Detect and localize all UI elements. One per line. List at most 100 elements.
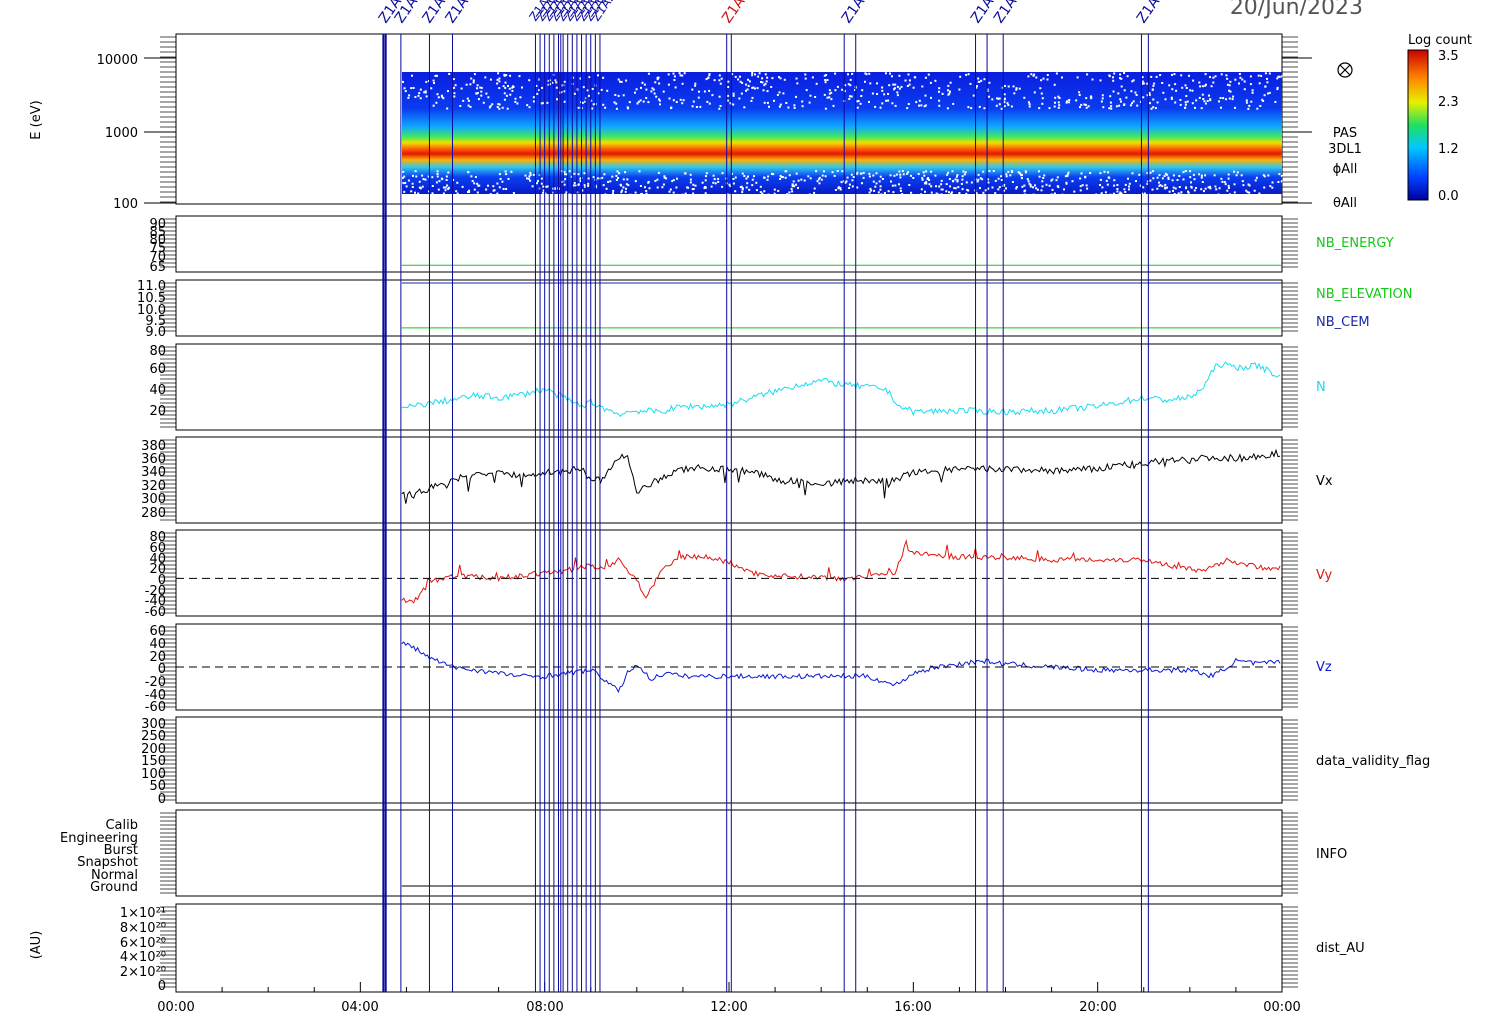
spectrogram-speckle [930, 170, 933, 173]
spectrogram-speckle [1123, 188, 1126, 191]
spectrogram-speckle [741, 172, 744, 175]
spectrogram-speckle [1278, 75, 1281, 78]
spectrogram-speckle [753, 175, 755, 178]
spectrogram-speckle [958, 192, 961, 194]
spectrogram-speckle [477, 98, 480, 101]
spectrogram-speckle [1043, 174, 1046, 177]
spectrogram-speckle [1005, 173, 1008, 176]
spectrogram-speckle [411, 182, 414, 185]
spectrogram-speckle [899, 176, 902, 179]
spectrogram-speckle [898, 87, 901, 90]
spectrogram-speckle [521, 86, 523, 89]
spectrogram-speckle [1234, 106, 1236, 109]
spectrogram-speckle [415, 175, 418, 178]
spectrogram-speckle [640, 86, 642, 89]
spectrogram-speckle [924, 104, 927, 107]
spectrogram-speckle [679, 98, 682, 101]
spectrogram-speckle [1204, 187, 1207, 190]
spectrogram-speckle [1099, 184, 1101, 186]
spectrogram-speckle [710, 185, 713, 188]
spectrogram-speckle [480, 90, 483, 93]
spectrogram-speckle [658, 99, 661, 102]
spectrogram-speckle [1260, 74, 1263, 77]
spectrogram-speckle [1053, 105, 1056, 108]
spectrogram-speckle [412, 87, 415, 89]
spectrogram-speckle [511, 89, 514, 92]
spectrogram-speckle [824, 175, 827, 178]
spectrogram-speckle [869, 187, 872, 190]
spectrogram-speckle [445, 179, 448, 181]
spectrogram-speckle [1026, 178, 1029, 181]
spectrogram-speckle [851, 185, 854, 188]
spectrogram-speckle [1134, 91, 1137, 94]
spectrogram-speckle [927, 73, 930, 76]
spectrogram-speckle [1152, 106, 1155, 109]
spectrogram-speckle [417, 192, 420, 195]
spectrogram-speckle [1078, 94, 1081, 96]
spectrogram-speckle [1247, 183, 1250, 186]
spectrogram-speckle [647, 101, 650, 104]
spectrogram-speckle [820, 178, 823, 181]
spectrogram-speckle [1151, 170, 1154, 173]
spectrogram-speckle [656, 76, 659, 79]
spectrogram-speckle [577, 106, 580, 109]
spectrogram-speckle [404, 90, 407, 93]
spectrogram-speckle [930, 96, 932, 99]
spectrogram-speckle [947, 89, 949, 92]
spectrogram-speckle [1112, 192, 1115, 195]
spectrogram-speckle [1148, 93, 1151, 96]
spectrogram-speckle [814, 96, 817, 98]
spectrogram-speckle [881, 86, 884, 89]
spectrogram-speckle [824, 107, 827, 110]
spectrogram-speckle [564, 173, 566, 176]
spectrogram-speckle [763, 84, 766, 87]
spectrogram-speckle [811, 76, 814, 79]
spectrogram-speckle [1182, 171, 1185, 174]
spectrogram-speckle [915, 101, 918, 104]
spectrogram-speckle [628, 101, 631, 104]
spectrogram-speckle [476, 92, 479, 94]
spectrogram-speckle [779, 174, 782, 177]
spectrogram-speckle [1178, 186, 1181, 188]
spectrogram-speckle [766, 76, 769, 79]
spectrogram-speckle [718, 95, 721, 98]
density-tick: 40 [149, 383, 166, 398]
spectrogram-speckle [554, 79, 557, 82]
spectrogram-speckle [1182, 178, 1185, 181]
spectrogram-speckle [622, 186, 625, 189]
spectrogram-speckle [1051, 188, 1054, 191]
spectrogram-speckle [1184, 106, 1186, 109]
spectrogram-speckle [951, 180, 954, 183]
spectrogram-speckle [587, 184, 590, 187]
spectrogram-speckle [979, 187, 981, 190]
spectrogram-speckle [435, 101, 438, 104]
spectrogram-speckle [906, 107, 909, 110]
spectrogram-speckle [899, 187, 902, 190]
spectrogram-speckle [431, 192, 434, 195]
spectrogram-speckle [1033, 91, 1036, 94]
spectrogram-speckle [1201, 93, 1204, 96]
density-tick: 20 [149, 404, 166, 419]
spectrogram-speckle [1067, 171, 1070, 174]
spectrogram-speckle [1187, 191, 1190, 194]
spectrogram-speckle [761, 77, 764, 80]
spectrogram-speckle [807, 175, 810, 178]
spectrogram-speckle [414, 96, 417, 98]
spectrogram-speckle [537, 180, 539, 183]
spectrogram-speckle [717, 180, 720, 183]
spectrogram-speckle [686, 186, 689, 189]
spectrogram-speckle [444, 189, 447, 192]
spectrogram-speckle [1054, 101, 1056, 104]
spectrogram-speckle [403, 190, 406, 193]
spectrogram-speckle [436, 93, 439, 96]
spectrogram-speckle [1274, 101, 1277, 103]
spectrogram-speckle [713, 178, 716, 181]
spectrogram-speckle [948, 191, 950, 194]
spectrogram-speckle [830, 98, 833, 101]
spectrogram-speckle [418, 180, 421, 183]
spectrogram-speckle [1048, 107, 1051, 110]
spectrogram-speckle [718, 79, 721, 82]
spectrogram-speckle [924, 190, 926, 193]
spectrogram-speckle [1163, 175, 1166, 177]
spectrogram-speckle [896, 91, 899, 94]
